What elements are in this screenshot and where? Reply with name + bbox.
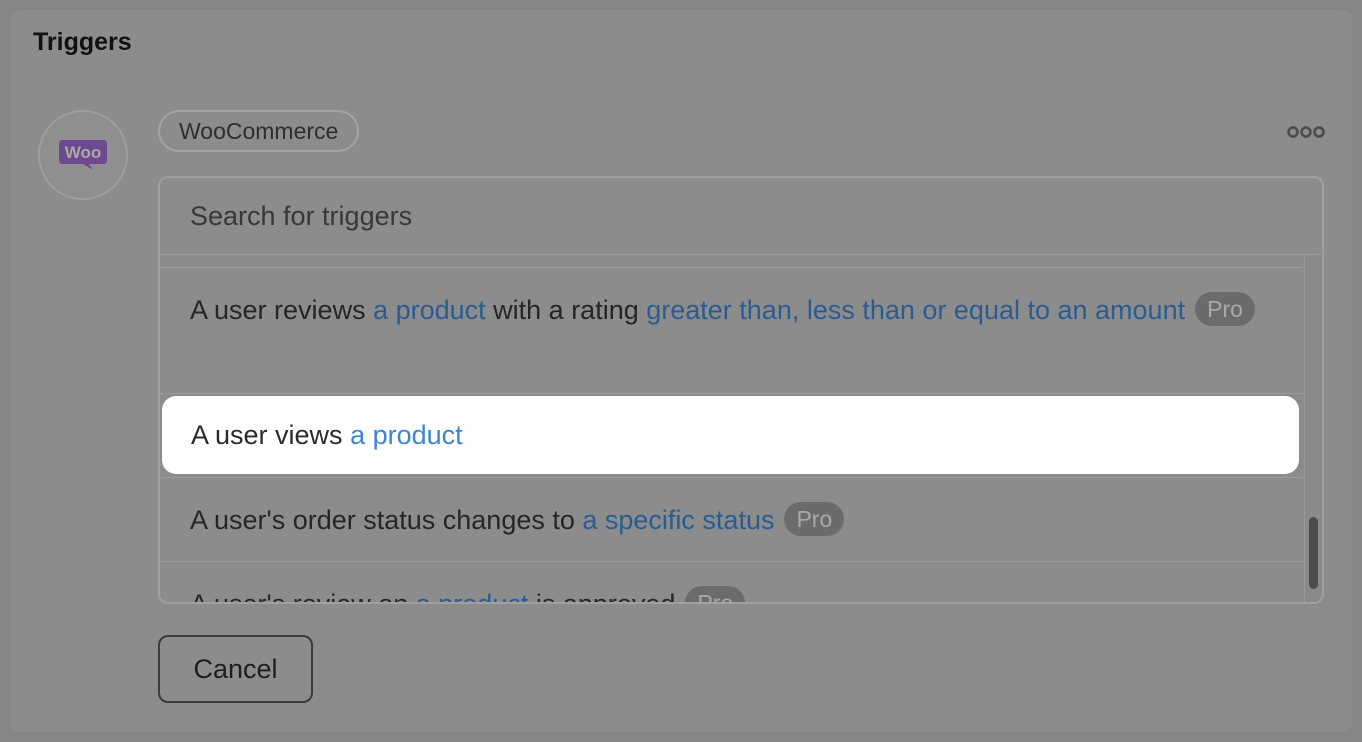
trigger-text: A user views bbox=[191, 420, 351, 450]
row-divider bbox=[160, 561, 1302, 562]
pro-badge: Pro bbox=[784, 502, 845, 536]
trigger-text: A user's order status changes to bbox=[190, 505, 583, 535]
list-scrollbar[interactable] bbox=[1304, 255, 1322, 602]
more-horizontal-icon[interactable] bbox=[1286, 122, 1326, 142]
trigger-link-status[interactable]: a specific status bbox=[582, 505, 774, 535]
trigger-link-product[interactable]: a product bbox=[373, 295, 486, 325]
trigger-link-product[interactable]: a product bbox=[350, 420, 463, 450]
trigger-text: A user's review on bbox=[190, 589, 416, 604]
trigger-link-product[interactable]: a product bbox=[416, 589, 529, 602]
trigger-item-view-product-highlighted[interactable]: A user views a product bbox=[162, 396, 1299, 474]
integration-avatar: Woo bbox=[38, 110, 128, 200]
trigger-text: A user reviews bbox=[190, 295, 374, 325]
trigger-item-review-rating[interactable]: A user reviews a product with a rating g… bbox=[190, 289, 1270, 331]
trigger-item-review-approved[interactable]: A user's review on a product is approved… bbox=[190, 583, 1270, 604]
triggers-panel: Triggers Woo WooCommerce A user reviews … bbox=[10, 10, 1352, 732]
woocommerce-logo-icon: Woo bbox=[59, 140, 107, 170]
panel-title: Triggers bbox=[33, 28, 132, 56]
cancel-button[interactable]: Cancel bbox=[158, 635, 313, 703]
scrollbar-thumb[interactable] bbox=[1309, 517, 1318, 589]
row-divider bbox=[160, 393, 1302, 394]
trigger-list[interactable]: A user reviews a product with a rating g… bbox=[160, 255, 1322, 604]
integration-pill[interactable]: WooCommerce bbox=[158, 110, 360, 152]
row-divider bbox=[160, 477, 1302, 478]
pro-badge: Pro bbox=[685, 586, 746, 602]
trigger-text: with a rating bbox=[485, 295, 647, 325]
trigger-row-content: A user views a product bbox=[191, 414, 1271, 456]
search-input[interactable] bbox=[190, 196, 1270, 236]
trigger-text: is approved bbox=[528, 589, 676, 604]
woocommerce-logo-text: Woo bbox=[65, 143, 102, 162]
pro-badge: Pro bbox=[1195, 292, 1255, 326]
trigger-item-order-status[interactable]: A user's order status changes to a speci… bbox=[190, 499, 1270, 541]
search-row bbox=[160, 178, 1322, 255]
trigger-link-rating[interactable]: greater than, less than or equal to an a… bbox=[646, 295, 1185, 325]
row-divider bbox=[160, 267, 1302, 268]
trigger-picker: A user reviews a product with a rating g… bbox=[158, 176, 1324, 604]
